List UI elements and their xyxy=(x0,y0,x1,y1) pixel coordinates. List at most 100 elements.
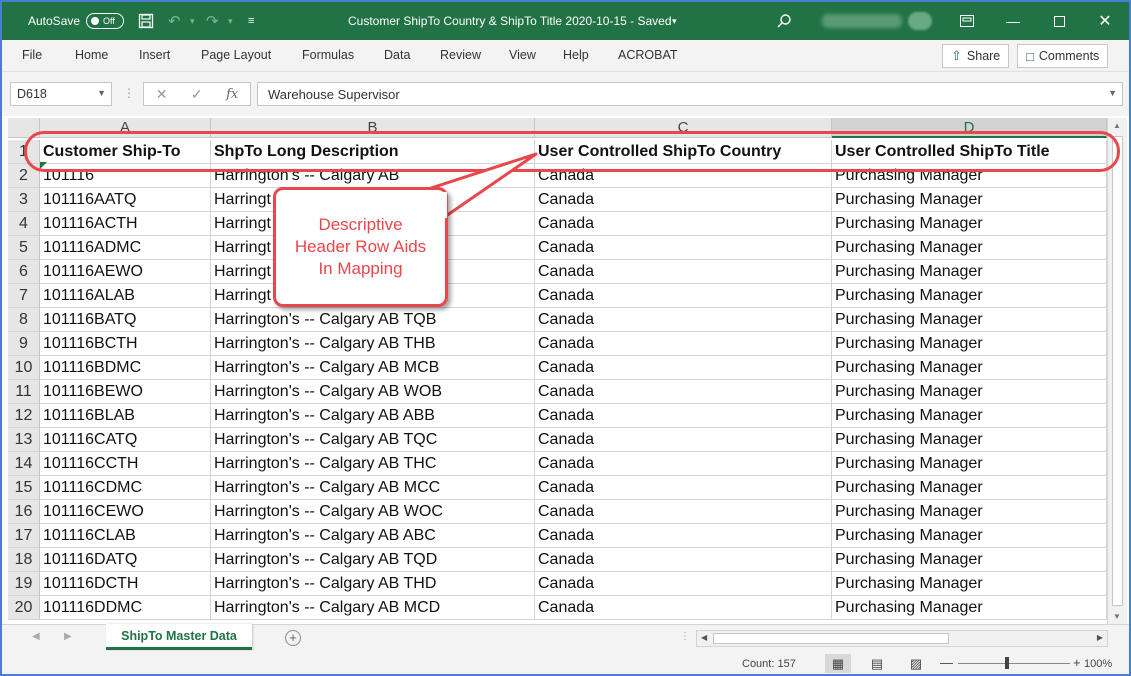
insert-function-icon[interactable]: fx xyxy=(226,87,238,102)
cell-ship-to[interactable]: 101116AEWO xyxy=(40,260,211,284)
cell-title[interactable]: Purchasing Manager xyxy=(832,212,1107,236)
row-header[interactable]: 7 xyxy=(8,284,40,308)
cell-description[interactable]: Harrington's -- Calgary AB ABB xyxy=(211,404,535,428)
row-header[interactable]: 14 xyxy=(8,452,40,476)
cell-ship-to[interactable]: 101116BATQ xyxy=(40,308,211,332)
cell-ship-to[interactable]: 101116CCTH xyxy=(40,452,211,476)
cell-title[interactable]: Purchasing Manager xyxy=(832,380,1107,404)
scroll-up-icon[interactable]: ▲ xyxy=(1113,121,1121,130)
next-sheet-icon[interactable]: ▶ xyxy=(64,631,72,642)
name-box[interactable]: D618 ▼ xyxy=(10,82,112,106)
cell-country[interactable]: Canada xyxy=(535,548,832,572)
worksheet-grid[interactable]: A B C D 1 Customer Ship-To ShpTo Long De… xyxy=(2,116,1129,624)
cell-country[interactable]: Canada xyxy=(535,404,832,428)
cell-description[interactable]: Harrington's -- Calgary AB THD xyxy=(211,572,535,596)
cell-country[interactable]: Canada xyxy=(535,572,832,596)
close-icon[interactable]: ✕ xyxy=(1082,2,1128,40)
tab-review[interactable]: Review xyxy=(440,48,481,62)
cell-ship-to[interactable]: 101116CEWO xyxy=(40,500,211,524)
cell-ship-to[interactable]: 101116DATQ xyxy=(40,548,211,572)
tab-insert[interactable]: Insert xyxy=(139,48,170,62)
cell-title[interactable]: Purchasing Manager xyxy=(832,428,1107,452)
autosave-toggle[interactable]: Off xyxy=(86,13,124,29)
cell-country[interactable]: Canada xyxy=(535,236,832,260)
cell-ship-to[interactable]: 101116ADMC xyxy=(40,236,211,260)
cell-ship-to[interactable]: 101116ACTH xyxy=(40,212,211,236)
zoom-slider[interactable] xyxy=(958,663,1070,664)
cell-country[interactable]: Canada xyxy=(535,452,832,476)
undo-dropdown-icon[interactable]: ▾ xyxy=(190,2,195,40)
row-header[interactable]: 3 xyxy=(8,188,40,212)
zoom-slider-knob[interactable] xyxy=(1005,657,1009,669)
cell-country[interactable]: Canada xyxy=(535,212,832,236)
undo-icon[interactable]: ↶ xyxy=(168,2,181,40)
cell-country[interactable]: Canada xyxy=(535,356,832,380)
cell-title[interactable]: Purchasing Manager xyxy=(832,188,1107,212)
cell-country[interactable]: Canada xyxy=(535,380,832,404)
scroll-left-icon[interactable]: ◀ xyxy=(701,633,707,642)
row-header[interactable]: 10 xyxy=(8,356,40,380)
cell-title[interactable]: Purchasing Manager xyxy=(832,596,1107,620)
scroll-down-icon[interactable]: ▼ xyxy=(1113,612,1121,621)
cell-ship-to[interactable]: 101116ALAB xyxy=(40,284,211,308)
formula-bar-grip-icon[interactable]: ⋮ xyxy=(123,86,135,100)
cell-ship-to[interactable]: 101116DCTH xyxy=(40,572,211,596)
cell-title[interactable]: Purchasing Manager xyxy=(832,476,1107,500)
cell-ship-to[interactable]: 101116CATQ xyxy=(40,428,211,452)
tab-formulas[interactable]: Formulas xyxy=(302,48,354,62)
row-header[interactable]: 16 xyxy=(8,500,40,524)
cell-title[interactable]: Purchasing Manager xyxy=(832,452,1107,476)
row-header[interactable]: 13 xyxy=(8,428,40,452)
ribbon-display-options-icon[interactable] xyxy=(944,2,990,40)
enter-icon[interactable]: ✓ xyxy=(191,86,203,103)
formula-input[interactable]: Warehouse Supervisor ▼ xyxy=(257,82,1123,106)
cell-country[interactable]: Canada xyxy=(535,308,832,332)
cell-ship-to[interactable]: 101116BCTH xyxy=(40,332,211,356)
zoom-out-icon[interactable]: — xyxy=(940,655,953,670)
cell-description[interactable]: Harrington's -- Calgary AB THB xyxy=(211,332,535,356)
cell-title[interactable]: Purchasing Manager xyxy=(832,404,1107,428)
tab-file[interactable]: File xyxy=(22,48,42,62)
cell-title[interactable]: Purchasing Manager xyxy=(832,308,1107,332)
share-button[interactable]: ⇧ Share xyxy=(942,44,1010,68)
scroll-right-icon[interactable]: ▶ xyxy=(1097,633,1103,642)
page-layout-view-icon[interactable]: ▤ xyxy=(864,654,890,673)
cell-title[interactable]: Purchasing Manager xyxy=(832,356,1107,380)
row-header[interactable]: 15 xyxy=(8,476,40,500)
prev-sheet-icon[interactable]: ◀ xyxy=(32,631,40,642)
cell-ship-to[interactable]: 101116BDMC xyxy=(40,356,211,380)
cell-description[interactable]: Harrington's -- Calgary AB ABC xyxy=(211,524,535,548)
cell-title[interactable]: Purchasing Manager xyxy=(832,236,1107,260)
horizontal-scrollbar[interactable]: ◀ ▶ xyxy=(696,630,1108,647)
cell-country[interactable]: Canada xyxy=(535,476,832,500)
comments-button[interactable]: □ Comments xyxy=(1017,44,1109,68)
row-header[interactable]: 8 xyxy=(8,308,40,332)
search-icon[interactable] xyxy=(776,2,792,40)
row-header[interactable]: 9 xyxy=(8,332,40,356)
save-icon[interactable] xyxy=(138,2,154,40)
cell-ship-to[interactable]: 101116BLAB xyxy=(40,404,211,428)
minimize-icon[interactable]: — xyxy=(990,2,1036,40)
normal-view-icon[interactable]: ▦ xyxy=(825,654,851,673)
cell-country[interactable]: Canada xyxy=(535,524,832,548)
cell-description[interactable]: Harrington's -- Calgary AB MCD xyxy=(211,596,535,620)
document-title[interactable]: Customer ShipTo Country & ShipTo Title 2… xyxy=(348,2,672,40)
cell-country[interactable]: Canada xyxy=(535,260,832,284)
avatar[interactable] xyxy=(908,12,932,30)
cancel-icon[interactable]: ✕ xyxy=(156,86,168,103)
expand-formula-bar-icon[interactable]: ▼ xyxy=(1108,88,1117,98)
chevron-down-icon[interactable]: ▼ xyxy=(97,88,106,98)
cell-country[interactable]: Canada xyxy=(535,284,832,308)
cell-description[interactable]: Harrington's -- Calgary AB MCC xyxy=(211,476,535,500)
zoom-in-icon[interactable]: + xyxy=(1073,655,1081,670)
cell-title[interactable]: Purchasing Manager xyxy=(832,260,1107,284)
add-sheet-icon[interactable]: + xyxy=(285,630,301,646)
row-header[interactable]: 6 xyxy=(8,260,40,284)
row-header[interactable]: 5 xyxy=(8,236,40,260)
page-break-view-icon[interactable]: ▨ xyxy=(903,654,929,673)
cell-title[interactable]: Purchasing Manager xyxy=(832,284,1107,308)
cell-description[interactable]: Harrington's -- Calgary AB TQC xyxy=(211,428,535,452)
tab-data[interactable]: Data xyxy=(384,48,410,62)
sheet-tab-shipto-master-data[interactable]: ShipTo Master Data xyxy=(106,624,252,650)
title-dropdown-icon[interactable]: ▾ xyxy=(672,2,677,40)
